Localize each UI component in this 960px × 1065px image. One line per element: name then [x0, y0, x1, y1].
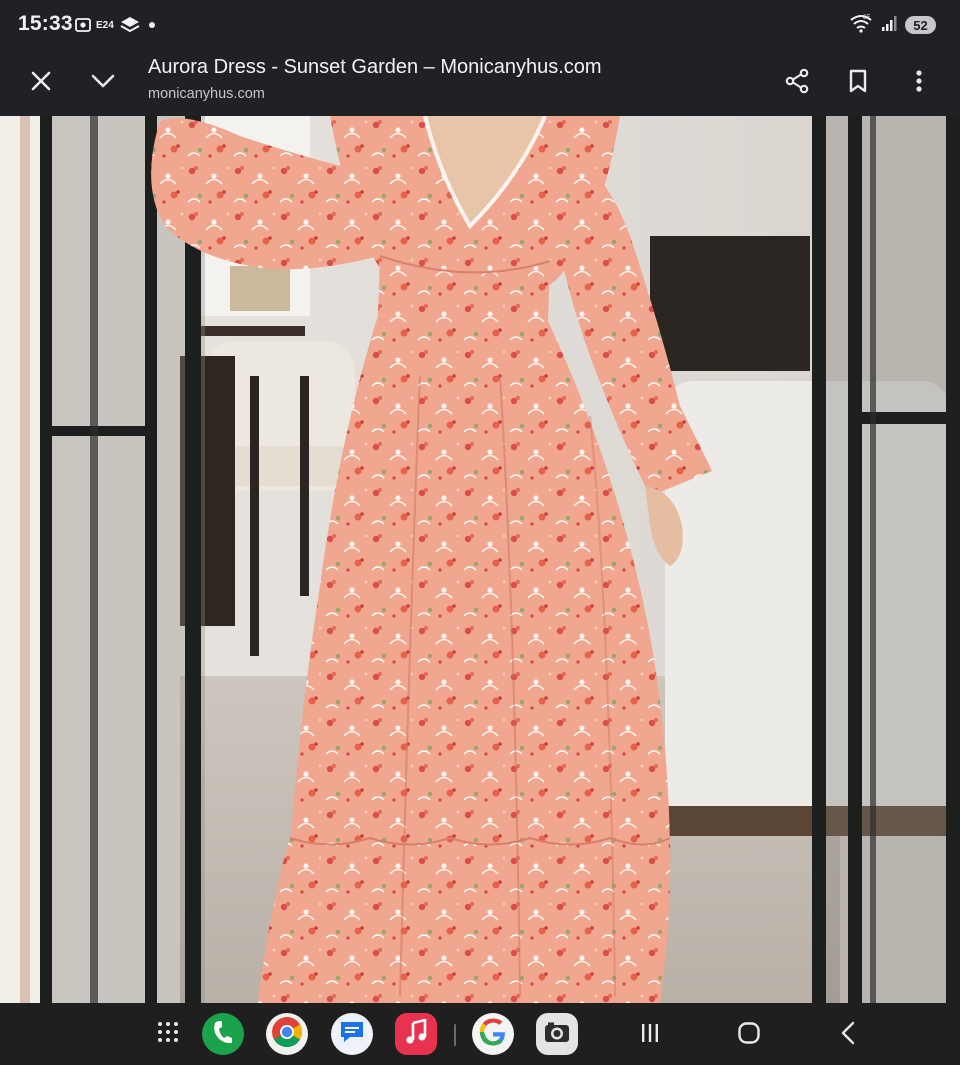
battery-indicator: 52 — [905, 16, 936, 34]
camera-icon — [544, 1021, 570, 1048]
apps-grid-button[interactable] — [147, 1013, 189, 1055]
bookmark-icon — [848, 69, 868, 98]
google-app[interactable] — [472, 1013, 514, 1055]
product-image-viewer[interactable] — [0, 116, 960, 1003]
home-icon — [737, 1021, 761, 1050]
e24-notification-icon: E24 — [96, 19, 114, 31]
recents-button[interactable] — [630, 1015, 670, 1055]
recents-icon — [639, 1022, 661, 1049]
stack-notification-icon — [120, 16, 140, 34]
dock-separator — [454, 1024, 456, 1046]
back-chevron-icon — [840, 1021, 856, 1050]
close-button[interactable] — [20, 62, 62, 104]
more-options-button[interactable] — [898, 62, 940, 104]
music-app[interactable] — [395, 1013, 437, 1055]
home-button[interactable] — [729, 1015, 769, 1055]
page-url: monicanyhus.com — [148, 86, 265, 102]
phone-app[interactable] — [202, 1013, 244, 1055]
status-time: 15:33 — [18, 12, 73, 35]
signal-icon — [881, 14, 897, 37]
camera-app[interactable] — [536, 1013, 578, 1055]
messages-app[interactable] — [331, 1013, 373, 1055]
share-button[interactable] — [776, 62, 818, 104]
more-notifications-dot — [149, 22, 155, 28]
navigation-bar — [0, 1003, 960, 1065]
chevron-down-icon — [91, 73, 115, 94]
bookmark-button[interactable] — [837, 62, 879, 104]
google-g-icon — [478, 1017, 508, 1052]
status-icons: 6E 52 — [849, 13, 936, 37]
back-button[interactable] — [828, 1015, 868, 1055]
messages-icon — [338, 1019, 366, 1050]
screenshot-notification-icon — [74, 16, 92, 34]
phone-icon — [212, 1019, 234, 1050]
music-note-icon — [405, 1017, 427, 1050]
page-title: Aurora Dress - Sunset Garden – Monicanyh… — [148, 56, 602, 78]
share-icon — [784, 68, 810, 99]
chrome-app[interactable] — [266, 1013, 308, 1055]
status-bar: 15:33 E24 6E 52 — [0, 0, 960, 50]
wifi-icon: 6E — [849, 13, 873, 38]
dress-photo — [0, 116, 960, 1003]
minimize-button[interactable] — [82, 62, 124, 104]
custom-tab-toolbar: Aurora Dress - Sunset Garden – Monicanyh… — [0, 50, 960, 116]
more-vert-icon — [915, 69, 923, 98]
chrome-icon — [271, 1016, 303, 1053]
close-icon — [30, 70, 52, 97]
svg-text:6E: 6E — [863, 15, 870, 21]
apps-grid-icon — [157, 1021, 179, 1048]
